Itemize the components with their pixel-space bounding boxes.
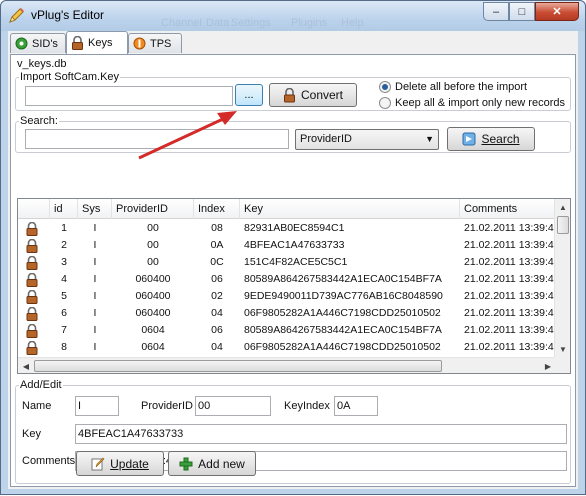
annotation-arrow — [138, 111, 237, 160]
tab-label: Keys — [88, 37, 113, 49]
tab-keys[interactable]: Keys — [66, 31, 128, 54]
lock-icon — [72, 36, 83, 50]
app-window: vPlug's Editor Channel Data Settings Plu… — [0, 0, 586, 495]
